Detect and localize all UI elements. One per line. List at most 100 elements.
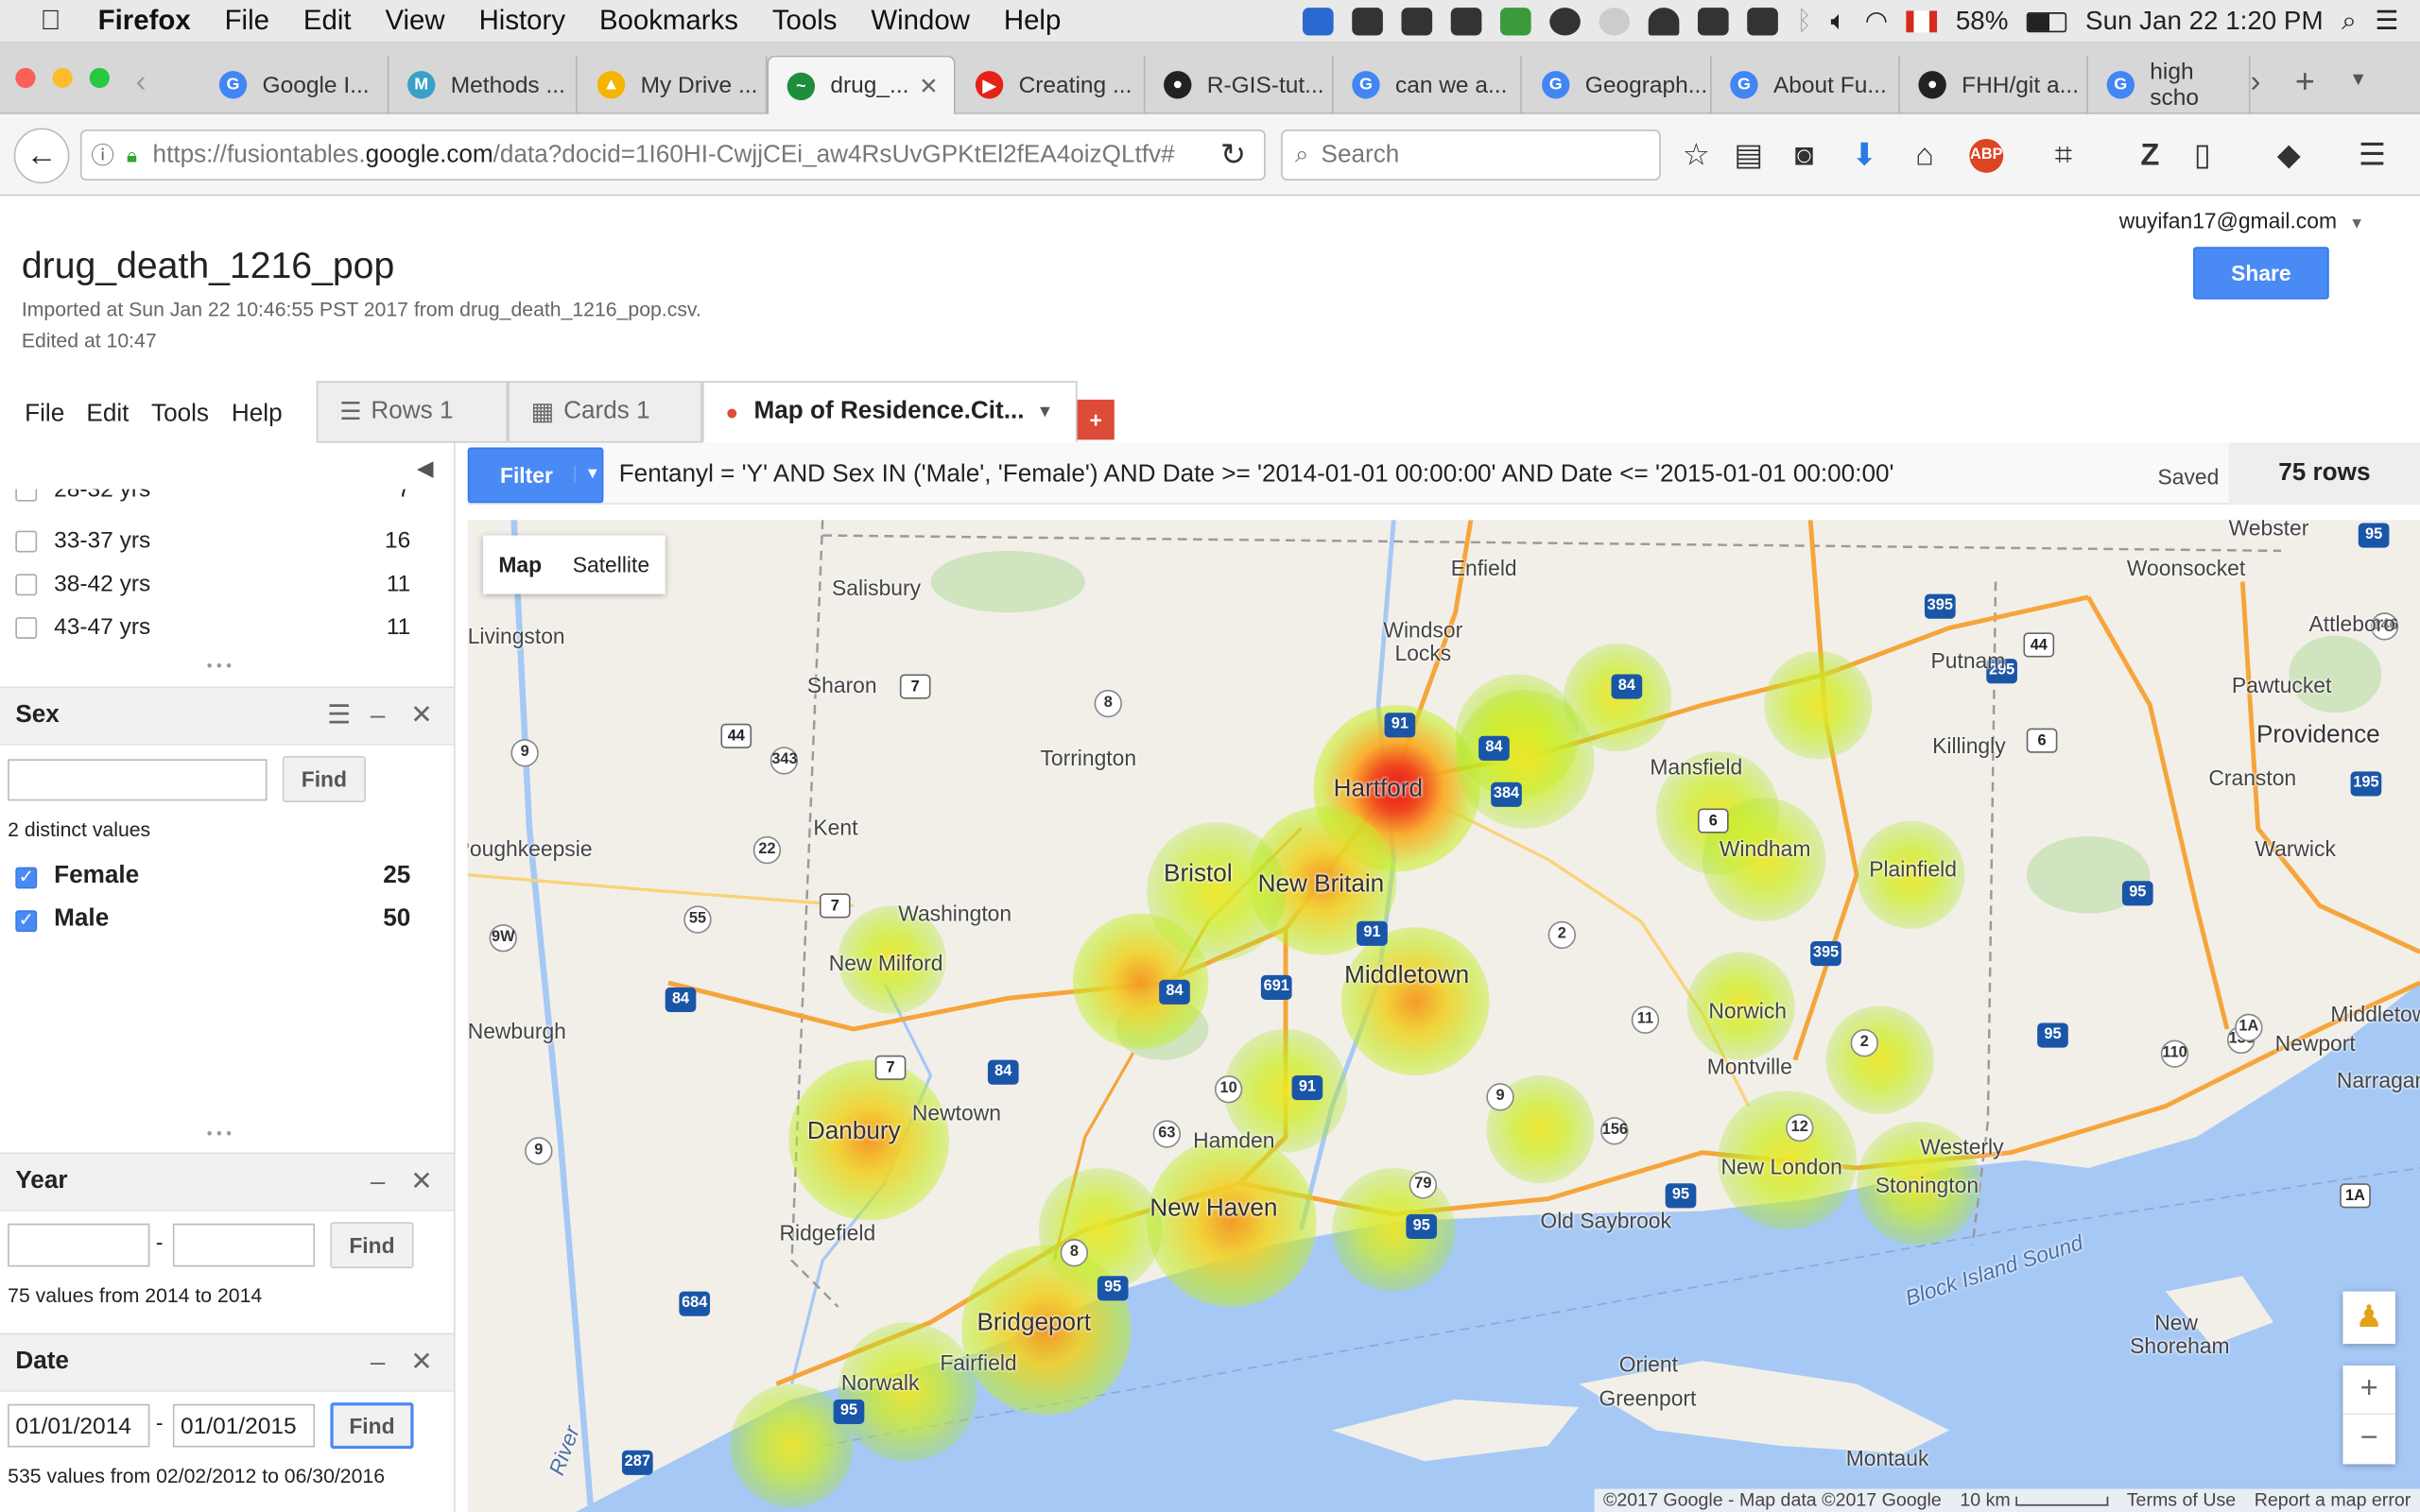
mask-icon[interactable] [1549, 8, 1581, 36]
report-error-link[interactable]: Report a map error [2255, 1489, 2411, 1512]
browser-tab[interactable]: ● FHH/git a... [1900, 55, 2089, 114]
resize-handle[interactable]: • • • [207, 659, 232, 676]
heatmap-map[interactable]: 91 84 384 84 395 395 84 691 91 91 84 84 … [467, 520, 2420, 1512]
window-close-icon[interactable] [15, 67, 36, 89]
chevron-down-icon[interactable]: ▼ [574, 466, 600, 484]
new-tab-icon[interactable]: + [2295, 61, 2315, 101]
volume-icon[interactable]: 🔈︎ [1831, 7, 1847, 38]
downloads-icon[interactable]: ⬇ [1847, 139, 1881, 173]
app-menu-file[interactable]: File [25, 402, 64, 429]
map-type-map[interactable]: Map [483, 536, 557, 594]
window-zoom-icon[interactable] [89, 67, 110, 89]
menu-icon[interactable]: ☰ [327, 700, 351, 731]
tabs-forward-icon[interactable]: › [2250, 65, 2260, 101]
battery-icon[interactable] [2027, 11, 2067, 32]
male-checkbox[interactable] [15, 909, 38, 933]
filter-button[interactable]: Filter ▼ [467, 447, 604, 504]
app-menu-help[interactable]: Help [232, 402, 283, 429]
zoom-out-button[interactable]: − [2342, 1415, 2395, 1464]
close-icon[interactable]: ✕ [410, 700, 432, 731]
close-icon[interactable]: ✕ [410, 1166, 432, 1197]
sex-find-button[interactable]: Find [282, 756, 366, 803]
hat-icon[interactable] [1648, 8, 1680, 36]
menu-edit[interactable]: Edit [303, 5, 352, 37]
crop-icon[interactable]: ⌗ [2047, 139, 2081, 173]
back-icon[interactable]: ← [13, 128, 70, 184]
age-checkbox[interactable] [15, 489, 38, 502]
age-checkbox[interactable] [15, 530, 38, 553]
d-icon[interactable] [1599, 8, 1630, 36]
browser-tab[interactable]: ● R-GIS-tut... [1145, 55, 1334, 114]
wifi-icon[interactable]: ◠ [1865, 7, 1888, 38]
collapse-sidebar-icon[interactable]: ◀ [417, 455, 434, 482]
browser-tab[interactable]: G About Fu... [1712, 55, 1900, 114]
calculator-icon[interactable] [1499, 8, 1531, 36]
tray-app-icon[interactable] [1302, 8, 1334, 36]
clock[interactable]: Sun Jan 22 1:20 PM [2085, 7, 2324, 38]
year-find-button[interactable]: Find [330, 1222, 414, 1269]
share-button[interactable]: Share [2193, 247, 2329, 300]
year-from-input[interactable] [8, 1223, 150, 1267]
menu-file[interactable]: File [225, 5, 269, 37]
evernote-icon[interactable] [1352, 8, 1383, 36]
menu-help[interactable]: Help [1004, 5, 1061, 37]
spotlight-icon[interactable]: ⌕ [2342, 7, 2357, 38]
app-menu-tools[interactable]: Tools [151, 402, 209, 429]
map-type-satellite[interactable]: Satellite [557, 536, 665, 594]
tab-map[interactable]: ● Map of Residence.Cit... ▼ [701, 381, 1078, 443]
evernote-toolbar-icon[interactable]: ◆ [2272, 139, 2306, 173]
canada-flag-icon[interactable] [1906, 10, 1938, 33]
browser-tab[interactable]: M Methods ... [389, 55, 578, 114]
browser-tab[interactable]: ▶ Creating ... [957, 55, 1146, 114]
date-find-button[interactable]: Find [330, 1402, 414, 1450]
menu-tools[interactable]: Tools [772, 5, 838, 37]
add-tab-button[interactable]: + [1077, 399, 1115, 440]
menu-bookmarks[interactable]: Bookmarks [599, 5, 738, 37]
browser-tab[interactable]: Gcan we a... [1334, 55, 1522, 114]
hamburger-menu-icon[interactable]: ☰ [2356, 139, 2390, 173]
window-minimize-icon[interactable] [52, 67, 73, 89]
minimize-icon[interactable]: – [371, 1166, 385, 1197]
close-tab-icon[interactable]: ✕ [919, 72, 939, 100]
minimize-icon[interactable]: – [371, 700, 385, 731]
date-to-input[interactable]: 01/01/2015 [172, 1403, 316, 1448]
browser-tab[interactable]: ▲ My Drive ... [579, 55, 768, 114]
bluetooth-icon[interactable]: ᛒ [1796, 7, 1812, 38]
menu-window[interactable]: Window [871, 5, 970, 37]
info-icon[interactable]: ⓘ [91, 139, 114, 171]
sex-search-input[interactable] [8, 759, 268, 801]
close-icon[interactable]: ✕ [410, 1347, 432, 1378]
minimize-icon[interactable]: – [371, 1347, 385, 1378]
terms-link[interactable]: Terms of Use [2127, 1489, 2236, 1512]
url-bar[interactable]: ⓘ 🔒︎ https://fusiontables.google.com/dat… [79, 129, 1266, 181]
pocket-icon[interactable]: ◙ [1788, 139, 1822, 173]
account-menu[interactable]: wuyifan17@gmail.com ▼ [2119, 208, 2365, 232]
home-icon[interactable]: ⌂ [1908, 139, 1942, 173]
search-input[interactable]: ⌕ Search [1281, 129, 1661, 181]
zotero-icon[interactable]: Z [2133, 139, 2167, 173]
tab-list-icon[interactable]: ▼ [2349, 68, 2367, 90]
page-icon[interactable]: ▯ [2186, 139, 2220, 173]
tab-cards[interactable]: ▦ Cards 1 [508, 381, 702, 443]
browser-tab[interactable]: ~ drug_... ✕ [767, 55, 956, 114]
year-to-input[interactable] [172, 1223, 316, 1267]
adblock-icon[interactable]: ABP [1969, 138, 2004, 173]
apple-icon[interactable]:  [40, 5, 60, 37]
age-checkbox[interactable] [15, 617, 38, 639]
tab-rows[interactable]: ☰ Rows 1 [316, 381, 509, 443]
dropbox-icon[interactable] [1697, 8, 1729, 36]
screenshot-icon[interactable] [1450, 8, 1482, 36]
browser-tab[interactable]: G Google I... [200, 55, 389, 114]
tabs-back-icon[interactable]: ‹ [136, 65, 147, 101]
age-checkbox[interactable] [15, 574, 38, 596]
download-tray-icon[interactable] [1747, 8, 1778, 36]
zoom-in-button[interactable]: + [2342, 1366, 2395, 1416]
female-checkbox[interactable] [15, 866, 38, 889]
browser-tab[interactable]: Ghigh scho [2088, 55, 2251, 114]
menu-history[interactable]: History [479, 5, 565, 37]
resize-handle[interactable]: • • • [207, 1126, 232, 1143]
notification-center-icon[interactable]: ☰ [2375, 7, 2398, 38]
browser-tab[interactable]: G Geograph... [1523, 55, 1712, 114]
bookmark-star-icon[interactable]: ☆ [1679, 139, 1713, 173]
app-menu-firefox[interactable]: Firefox [98, 5, 191, 37]
